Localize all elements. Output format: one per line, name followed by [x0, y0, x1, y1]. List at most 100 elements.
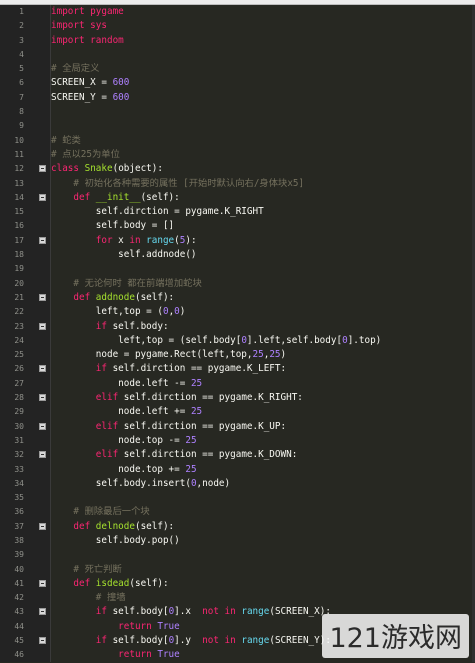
code-token: Snake	[84, 163, 113, 175]
code-line[interactable]: 2 import sys	[19, 19, 475, 33]
fold-toggle-icon[interactable]	[39, 422, 46, 430]
line-text: elif self.dirction == pygame.K_DOWN:	[51, 448, 298, 462]
code-token: # 死亡判断	[51, 563, 122, 575]
line-text: import sys	[51, 19, 107, 33]
line-number: 27	[14, 378, 24, 388]
fold-toggle-icon[interactable]	[39, 522, 46, 530]
fold-toggle-icon[interactable]	[39, 637, 46, 645]
code-line[interactable]: 35	[14, 491, 475, 505]
line-text: # 蛇类	[51, 134, 81, 148]
code-token: # 全局定义	[51, 63, 100, 75]
code-line[interactable]: 22 left,top = (0,0)	[14, 305, 475, 319]
fold-toggle-icon[interactable]	[39, 165, 46, 173]
line-text: def addnode(self):	[51, 291, 174, 305]
fold-toggle-icon[interactable]	[39, 193, 46, 201]
code-line[interactable]: 26 if self.dirction == pygame.K_LEFT:	[14, 362, 475, 376]
code-line[interactable]: 11 # 点以25为单位	[14, 148, 475, 162]
line-text: if self.dirction == pygame.K_LEFT:	[51, 362, 286, 376]
code-line[interactable]: 5 # 全局定义	[19, 62, 475, 76]
line-text: self.addnode()	[51, 248, 196, 262]
code-line[interactable]: 29 node.left += 25	[14, 405, 475, 419]
line-number: 10	[14, 135, 24, 145]
fold-toggle-icon[interactable]	[39, 236, 46, 244]
code-token: in	[129, 234, 147, 246]
code-token: (self):	[134, 520, 175, 532]
code-line[interactable]: 13 # 初始化各种需要的属性 [开始时默认向右/身体块x5]	[14, 177, 475, 191]
code-line[interactable]: 25 node = pygame.Rect(left,top,25,25)	[14, 348, 475, 362]
code-token: range	[241, 606, 270, 618]
code-line[interactable]: 19	[14, 262, 475, 276]
code-line[interactable]: 16 self.body = []	[14, 219, 475, 233]
code-line[interactable]: 15 self.dirction = pygame.K_RIGHT	[14, 205, 475, 219]
code-line[interactable]: 12 class Snake(object):	[14, 162, 475, 176]
code-token: 25	[185, 434, 197, 446]
fold-toggle-icon[interactable]	[39, 365, 46, 373]
line-number: 16	[14, 221, 24, 231]
line-text: node = pygame.Rect(left,top,25,25)	[51, 348, 286, 362]
code-line[interactable]: 36 # 删除最后一个块	[14, 505, 475, 519]
line-text: node.top += 25	[51, 463, 196, 477]
code-line[interactable]: 20 # 无论何时 都在前端增加蛇块	[14, 277, 475, 291]
code-line[interactable]: 14 def __init__(self):	[14, 191, 475, 205]
line-text: def delnode(self):	[51, 520, 174, 534]
code-line[interactable]: 38 self.body.pop()	[14, 534, 475, 548]
code-line[interactable]: 4	[19, 48, 475, 62]
code-token: self.dirction == pygame.K_UP:	[123, 420, 287, 432]
code-line[interactable]: 28 elif self.dirction == pygame.K_RIGHT:	[14, 391, 475, 405]
code-line[interactable]: 32 elif self.dirction == pygame.K_DOWN:	[14, 448, 475, 462]
line-text: self.body.insert(0,node)	[51, 477, 230, 491]
line-number: 35	[14, 493, 24, 503]
code-token: # 删除最后一个块	[51, 506, 150, 518]
code-line[interactable]: 27 node.left -= 25	[14, 377, 475, 391]
code-line[interactable]: 31 node.top -= 25	[14, 434, 475, 448]
line-number: 8	[19, 107, 24, 117]
line-text: # 点以25为单位	[51, 148, 120, 162]
code-line[interactable]: 39	[14, 548, 475, 562]
fold-toggle-icon[interactable]	[39, 322, 46, 330]
code-token: return	[118, 620, 158, 632]
code-token: for	[95, 234, 119, 246]
fold-toggle-icon[interactable]	[39, 608, 46, 616]
code-line[interactable]: 24 left,top = (self.body[0].left,self.bo…	[14, 334, 475, 348]
fold-toggle-icon[interactable]	[39, 579, 46, 587]
code-line[interactable]: 7 SCREEN_Y = 600	[19, 91, 475, 105]
code-token: self.dirction == pygame.K_LEFT:	[112, 363, 287, 375]
line-text: return True	[51, 620, 180, 634]
line-number: 4	[19, 49, 24, 59]
code-line[interactable]: 6 SCREEN_X = 600	[19, 76, 475, 90]
code-line[interactable]: 9	[19, 119, 475, 133]
line-text: # 死亡判断	[51, 563, 122, 577]
code-line[interactable]: 1 import pygame	[19, 5, 475, 19]
code-token: # 点以25为单位	[51, 148, 120, 160]
code-token: delnode	[95, 520, 135, 532]
code-line[interactable]: 21 def addnode(self):	[14, 291, 475, 305]
code-line[interactable]: 18 self.addnode()	[14, 248, 475, 262]
line-number: 33	[14, 464, 24, 474]
code-line[interactable]: 42 # 撞墙	[14, 591, 475, 605]
code-token: import pygame	[51, 6, 124, 17]
fold-toggle-icon[interactable]	[39, 293, 46, 301]
code-line[interactable]: 33 node.top += 25	[14, 463, 475, 477]
code-line[interactable]: 17 for x in range(5):	[14, 234, 475, 248]
fold-toggle-icon[interactable]	[39, 394, 46, 402]
line-text: left,top = (self.body[0].left,self.body[…	[51, 334, 381, 348]
code-line[interactable]: 10 # 蛇类	[14, 134, 475, 148]
fold-toggle-icon[interactable]	[39, 451, 46, 459]
code-token: node.left -=	[51, 377, 191, 389]
code-line[interactable]: 40 # 死亡判断	[14, 563, 475, 577]
code-token: range	[241, 635, 270, 647]
code-line[interactable]: 41 def isdead(self):	[14, 577, 475, 591]
code-token: 25	[269, 349, 281, 361]
code-area[interactable]: 1 import pygame 2 import sys 3 import random 4…	[14, 5, 475, 663]
code-line[interactable]: 34 self.body.insert(0,node)	[14, 477, 475, 491]
code-token: ,node)	[196, 477, 231, 489]
code-line[interactable]: 3 import random	[19, 34, 475, 48]
line-text: return True	[51, 648, 180, 662]
code-line[interactable]: 30 elif self.dirction == pygame.K_UP:	[14, 420, 475, 434]
code-line[interactable]: 23 if self.body:	[14, 320, 475, 334]
code-line[interactable]: 37 def delnode(self):	[14, 520, 475, 534]
code-line[interactable]: 8	[19, 105, 475, 119]
line-text: # 删除最后一个块	[51, 505, 150, 519]
